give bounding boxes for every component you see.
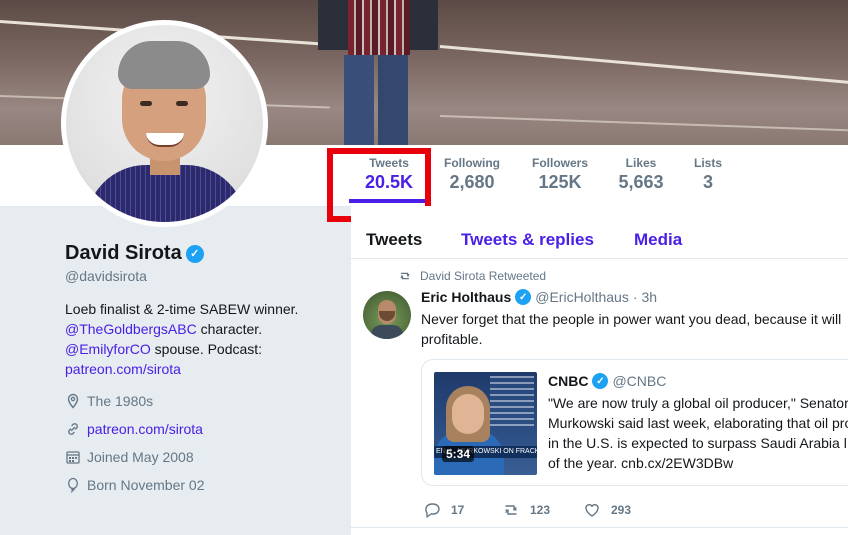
quoted-tweet-text: "We are now truly a global oil producer,…	[548, 393, 848, 473]
stat-label: Lists	[693, 156, 722, 170]
banner-road-stripe	[439, 45, 848, 85]
stat-label: Following	[444, 156, 500, 170]
bio-link-goldbergs[interactable]: @TheGoldbergsABC	[65, 321, 197, 337]
profile-location: The 1980s	[65, 393, 153, 409]
tab-tweets[interactable]: Tweets	[366, 230, 422, 250]
balloon-icon	[68, 477, 78, 493]
stat-value: 2,680	[449, 172, 495, 192]
quoted-author-name[interactable]: CNBC	[548, 373, 588, 389]
verified-badge-icon: ✓	[515, 289, 532, 305]
tweet-divider	[351, 527, 848, 528]
link-icon	[68, 423, 78, 435]
tab-media[interactable]: Media	[634, 230, 682, 250]
bio-text: spouse. Podcast:	[150, 341, 263, 357]
profile-avatar[interactable]	[61, 20, 268, 227]
tweet-author-avatar[interactable]	[363, 291, 411, 339]
profile-handle[interactable]: @davidsirota	[65, 268, 147, 284]
stat-label: Likes	[625, 156, 657, 170]
retweet-icon	[505, 505, 517, 515]
quoted-text-line: Murkowski said last week, elaborating th…	[548, 415, 848, 431]
bio-text: Loeb finalist & 2-time SABEW winner.	[65, 301, 299, 317]
quoted-tweet-card[interactable]: EN. L. MURKOWSKI ON FRACKING 5:34 CNBC ✓…	[421, 359, 848, 486]
location-pin-icon	[67, 393, 79, 409]
quoted-text-line: "We are now truly a global oil producer,…	[548, 395, 848, 411]
reply-count: 17	[451, 503, 465, 517]
bio-link-emily[interactable]: @EmilyforCO	[65, 341, 151, 357]
tweet-text: Never forget that the people in power wa…	[421, 309, 848, 349]
tweet-header: Eric Holthaus ✓ @EricHolthaus · 3h	[421, 289, 657, 305]
stat-lists[interactable]: Lists 3	[688, 145, 728, 206]
verified-badge-icon: ✓	[185, 244, 204, 263]
stat-followers[interactable]: Followers 125K	[526, 145, 594, 206]
banner-person	[318, 0, 438, 145]
profile-bio: Loeb finalist & 2-time SABEW winner. @Th…	[65, 299, 335, 379]
tweet-text-line: Never forget that the people in power wa…	[421, 311, 842, 327]
stat-value: 3	[702, 172, 713, 192]
quoted-author-handle[interactable]: @CNBC	[612, 373, 666, 389]
tweet-author-name[interactable]: Eric Holthaus	[421, 289, 511, 305]
tweet-author-handle[interactable]: @EricHolthaus	[535, 289, 629, 305]
retweet-context[interactable]: David Sirota Retweeted	[398, 269, 546, 283]
calendar-icon	[66, 451, 80, 464]
joined-text: Joined May 2008	[87, 449, 194, 465]
profile-joined: Joined May 2008	[65, 449, 194, 465]
video-thumbnail[interactable]: EN. L. MURKOWSKI ON FRACKING 5:34	[434, 372, 537, 475]
stat-value: 5,663	[618, 172, 664, 192]
profile-name[interactable]: David Sirota ✓	[65, 242, 204, 265]
verified-badge-icon: ✓	[592, 373, 609, 389]
stat-value: 125K	[538, 172, 582, 192]
banner-road-stripe	[439, 115, 848, 132]
location-text: The 1980s	[87, 393, 154, 409]
bio-text: character.	[196, 321, 263, 337]
quoted-text-line: of the year. cnb.cx/2EW3DBw	[548, 455, 734, 471]
profile-website: patreon.com/sirota	[65, 421, 203, 437]
birthday-text: Born November 02	[87, 477, 205, 493]
quoted-text-line: in the U.S. is expected to surpass Saudi…	[548, 435, 847, 451]
retweet-action[interactable]: 123	[502, 501, 550, 519]
stat-following[interactable]: Following 2,680	[440, 145, 504, 206]
website-link[interactable]: patreon.com/sirota	[87, 421, 203, 437]
reply-action[interactable]: 17	[423, 501, 464, 519]
bio-link-patreon[interactable]: patreon.com/sirota	[65, 361, 181, 377]
video-duration: 5:34	[442, 446, 475, 462]
heart-icon	[585, 504, 599, 517]
tabs-divider	[351, 258, 848, 259]
retweet-context-text: David Sirota Retweeted	[420, 269, 547, 283]
reply-icon	[425, 503, 440, 518]
stat-label: Followers	[531, 156, 588, 170]
retweet-count: 123	[530, 503, 551, 517]
like-action[interactable]: 293	[583, 501, 631, 519]
like-count: 293	[611, 503, 632, 517]
profile-name-text: David Sirota	[65, 242, 182, 264]
stat-likes[interactable]: Likes 5,663	[613, 145, 669, 206]
profile-birthday: Born November 02	[65, 477, 205, 493]
tweet-timestamp[interactable]: 3h	[642, 289, 658, 305]
tweet-text-line: profitable.	[421, 331, 483, 347]
quoted-tweet-header: CNBC ✓ @CNBC	[548, 373, 666, 389]
tweet-separator: ·	[632, 289, 638, 305]
retweet-icon	[400, 272, 410, 280]
tab-tweets-replies[interactable]: Tweets & replies	[461, 230, 594, 250]
